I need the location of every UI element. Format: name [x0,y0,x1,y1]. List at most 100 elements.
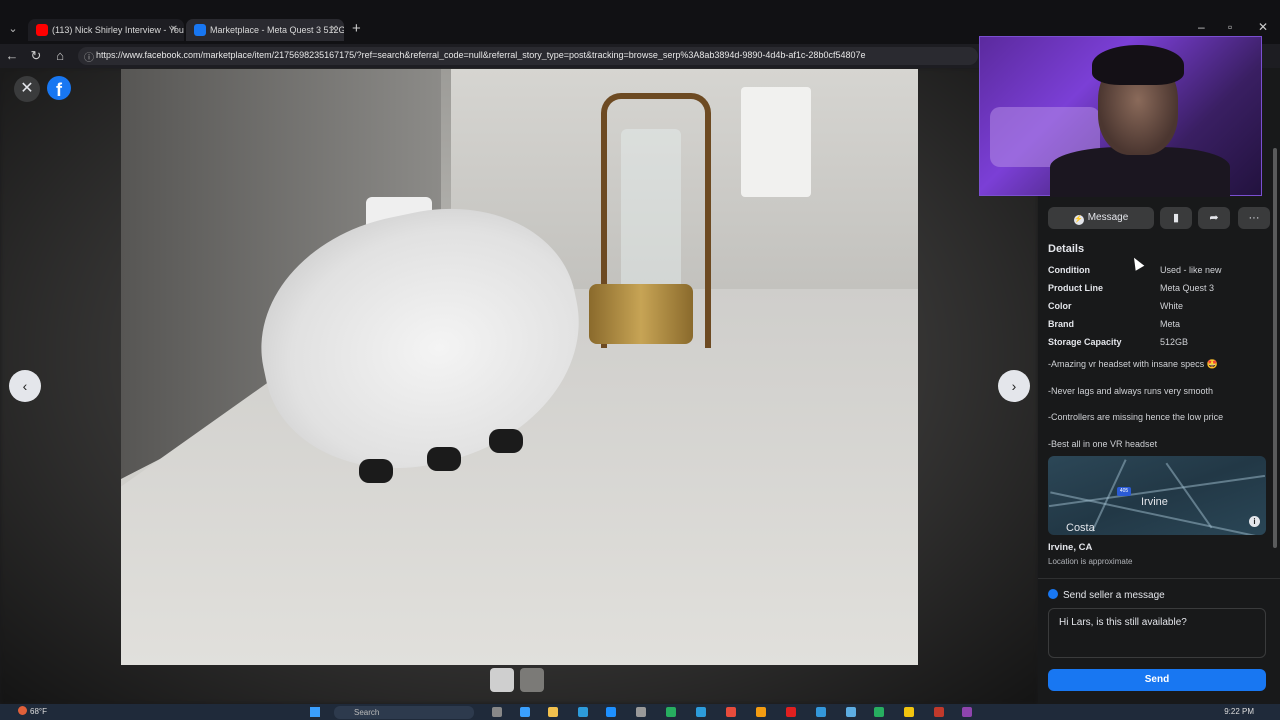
detail-row: Brand Meta [1048,319,1270,337]
detail-key: Condition [1048,265,1090,275]
detail-row: Color White [1048,301,1270,319]
next-photo-icon[interactable]: › [998,370,1030,402]
detail-value: Meta Quest 3 [1160,283,1215,293]
window-close-icon[interactable]: ✕ [1258,20,1268,34]
tab-marketplace[interactable]: Marketplace - Meta Quest 3 512GB ✕ [186,19,344,41]
previous-photo-icon[interactable]: ‹ [9,370,41,402]
photo-outlet [741,87,811,197]
photo-headset-sensor [359,459,393,483]
photo-headset-sensor [427,447,461,471]
photo-lamp-base [589,284,693,344]
detail-value: 512GB [1160,337,1189,347]
app-icon[interactable] [666,707,676,717]
tab-label: (113) Nick Shirley Interview - YouTu [52,25,184,35]
photo-thumbnails [490,668,550,694]
details-heading: Details [1048,243,1085,255]
app-icon[interactable] [696,707,706,717]
message-input[interactable]: Hi Lars, is this still available? [1048,608,1266,658]
map-label-city: Irvine [1141,496,1168,508]
chrome-icon[interactable] [726,707,736,717]
photo-headset-sensor [489,429,523,453]
app-icon[interactable] [520,707,530,717]
tab-youtube[interactable]: (113) Nick Shirley Interview - YouTu ✕ [28,19,184,41]
map-label-other: Costa [1066,522,1095,534]
facebook-icon [194,24,206,36]
thumbnail[interactable] [520,668,544,692]
detail-key: Color [1048,301,1072,311]
location-note: Location is approximate [1048,557,1133,566]
messenger-icon: ⚡ [1073,215,1084,225]
home-icon[interactable]: ⌂ [52,48,68,63]
description-line: -Never lags and always runs very smooth [1048,385,1214,396]
close-icon[interactable]: ✕ [170,19,178,41]
weather-temp: 68°F [30,707,47,716]
app-icon[interactable] [904,707,914,717]
details-list: Condition Used - like new Product Line M… [1048,265,1270,355]
webcam-overlay [979,36,1262,197]
location-map[interactable]: 405 Irvine Costa i [1048,456,1266,535]
new-tab-icon[interactable]: + [352,20,361,37]
youtube-icon [36,24,48,36]
detail-value: White [1160,301,1184,311]
youtube-icon[interactable] [786,707,796,717]
file-explorer-icon[interactable] [548,707,558,717]
description-line: -Amazing vr headset with insane specs 🤩 [1048,359,1218,369]
address-bar[interactable]: ⓘ https://www.facebook.com/marketplace/i… [78,47,978,65]
maximize-icon[interactable]: ▫ [1228,20,1232,34]
app-icon[interactable] [846,707,856,717]
thumbnail[interactable] [490,668,514,692]
highway-shield: 405 [1117,487,1131,496]
app-icon[interactable] [578,707,588,717]
send-message-heading: Send seller a message [1048,589,1165,601]
task-view-icon[interactable] [492,707,502,717]
detail-value: Used - like new [1160,265,1222,275]
app-icon[interactable] [636,707,646,717]
weather-widget[interactable]: 68°F [18,706,47,716]
tab-list-icon[interactable]: ⌄ [4,20,22,38]
divider [1038,578,1280,579]
taskbar-search[interactable]: Search [334,706,474,719]
reload-icon[interactable]: ↻ [28,48,44,64]
start-icon[interactable] [310,707,320,717]
detail-key: Brand [1048,319,1075,329]
photo-viewer: ✕ f ‹ › [0,68,1038,704]
listing-description: -Amazing vr headset with insane specs 🤩 … [1048,359,1270,465]
message-button[interactable]: ⚡ Message [1048,207,1154,229]
app-icon[interactable] [874,707,884,717]
map-info-icon[interactable]: i [1249,516,1260,527]
os-taskbar: 68°F Search 9:22 PM [0,704,1280,720]
listing-photo [121,69,918,665]
site-info-icon[interactable]: ⓘ [84,49,94,64]
close-icon[interactable]: ✕ [330,19,338,41]
send-button[interactable]: Send [1048,669,1266,691]
back-icon[interactable]: ← [4,48,20,63]
messenger-icon [1048,589,1058,599]
taskbar-clock[interactable]: 9:22 PM [1224,707,1254,716]
more-options-icon[interactable]: ··· [1238,207,1270,229]
facebook-logo-icon[interactable]: f [47,76,71,100]
app-icon[interactable] [962,707,972,717]
detail-key: Product Line [1048,283,1104,293]
minimize-icon[interactable]: – [1198,20,1205,34]
url-text[interactable]: https://www.facebook.com/marketplace/ite… [96,50,976,60]
edge-icon[interactable] [606,707,616,717]
location-city: Irvine, CA [1048,542,1093,553]
app-icon[interactable] [934,707,944,717]
tab-label: Marketplace - Meta Quest 3 512GB [210,25,344,35]
listing-actions: ⚡ Message ▮ ➦ ··· [1048,207,1270,229]
detail-row: Condition Used - like new [1048,265,1270,283]
share-icon[interactable]: ➦ [1198,207,1230,229]
panel-scrollbar[interactable] [1273,148,1277,548]
weather-icon [18,706,27,715]
detail-row: Product Line Meta Quest 3 [1048,283,1270,301]
send-heading-label: Send seller a message [1063,590,1165,601]
detail-key: Storage Capacity [1048,337,1122,347]
message-label: Message [1087,212,1129,223]
app-icon[interactable] [756,707,766,717]
description-line: -Controllers are missing hence the low p… [1048,412,1224,422]
detail-row: Storage Capacity 512GB [1048,337,1270,355]
save-bookmark-icon[interactable]: ▮ [1160,207,1192,229]
app-icon[interactable] [816,707,826,717]
webcam-person-hair [1092,45,1184,85]
close-viewer-icon[interactable]: ✕ [14,76,40,102]
